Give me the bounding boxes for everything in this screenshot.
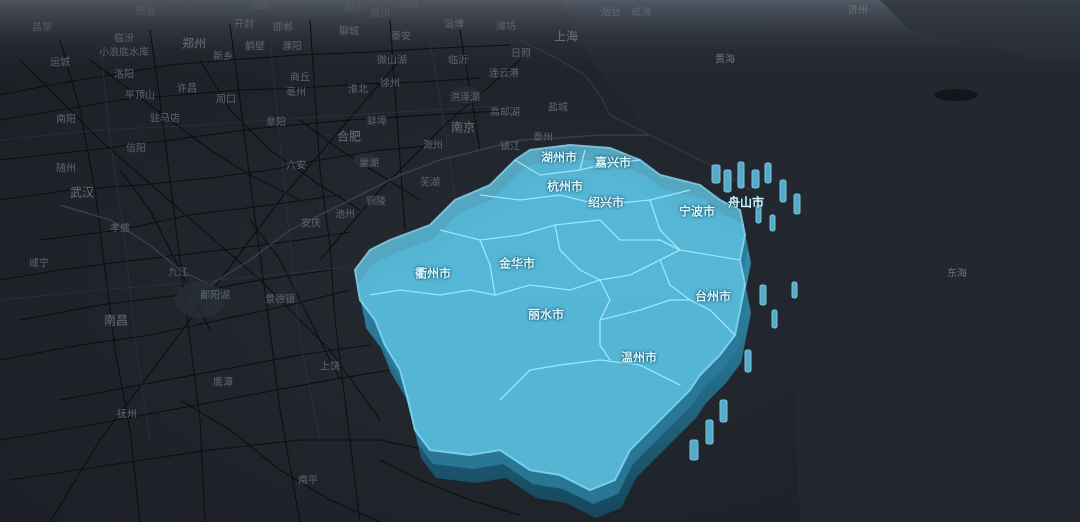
chao-lake	[353, 153, 377, 167]
hongze-lake	[451, 86, 479, 104]
city-label-taizhou[interactable]: 台州市	[695, 288, 731, 305]
city-label-quzhou[interactable]: 衢州市	[415, 265, 451, 282]
city-label-jinhua[interactable]: 金华市	[499, 255, 535, 272]
city-label-zhoushan[interactable]: 舟山市	[728, 194, 764, 211]
city-label-hangzhou[interactable]: 杭州市	[547, 178, 583, 195]
jeju-island	[934, 89, 978, 101]
city-label-huzhou[interactable]: 湖州市	[541, 149, 577, 166]
city-label-lishui[interactable]: 丽水市	[528, 306, 564, 323]
road-network	[0, 0, 1080, 522]
city-label-jiaxing[interactable]: 嘉兴市	[595, 154, 631, 171]
city-label-ningbo[interactable]: 宁波市	[679, 203, 715, 220]
map-canvas[interactable]: 上海 武汉 南昌 合肥 南京 郑州 开封 小浪底水库 临汾 运城 洛阳 新乡 鹤…	[0, 0, 1080, 522]
poyang-lake	[175, 282, 225, 318]
city-label-shaoxing[interactable]: 绍兴市	[588, 194, 624, 211]
city-label-wenzhou[interactable]: 温州市	[621, 349, 657, 366]
